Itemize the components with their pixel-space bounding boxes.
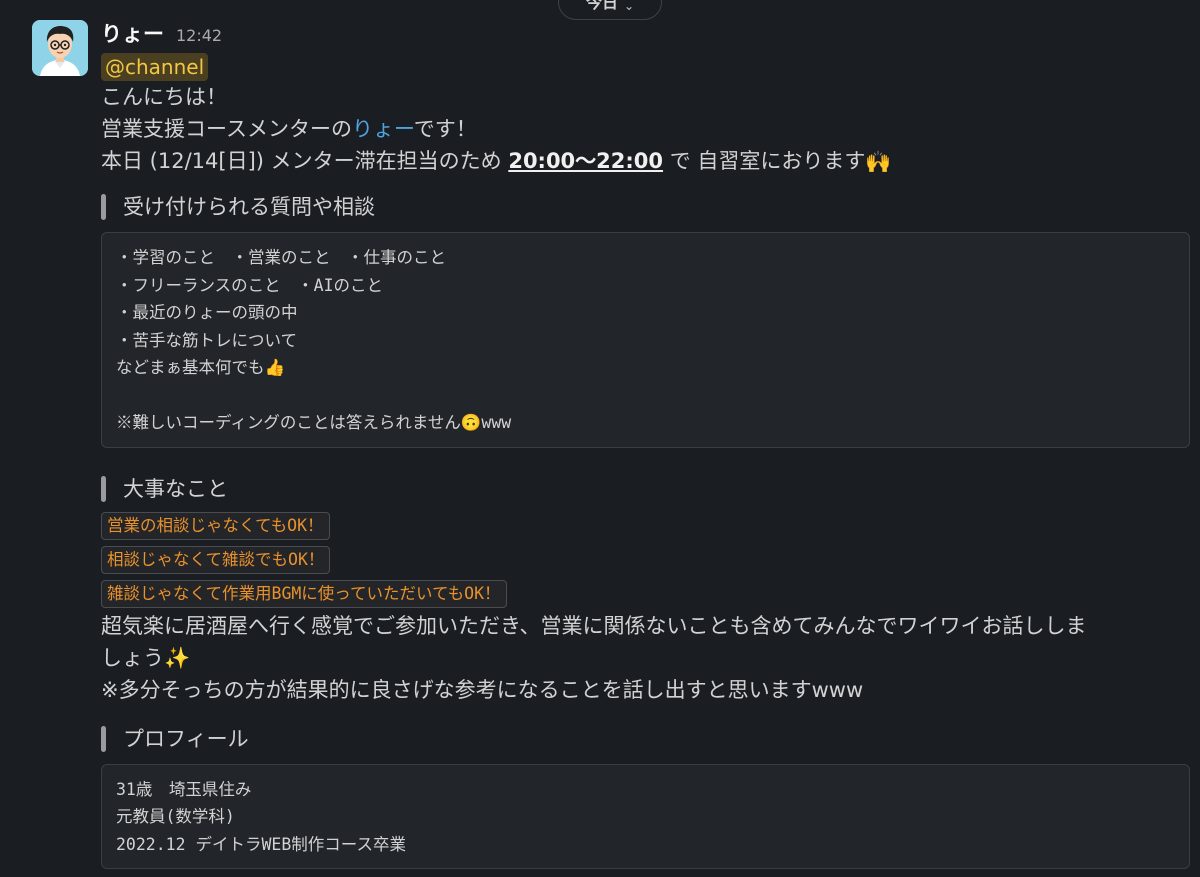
- channel-mention[interactable]: @channel: [101, 53, 209, 81]
- important-body-line: しょう✨: [101, 645, 191, 670]
- schedule-text: 本日 (12/14[日]) メンター滞在担当のため 20:00〜22:00 で …: [101, 145, 1191, 178]
- important-note: ※多分そっちの方が結果的に良さげな参考になることを話し出すと思いますwww: [101, 677, 864, 702]
- code-line: ※難しいコーディングのことは答えられません🙃www: [116, 413, 512, 432]
- date-label: 今日: [585, 0, 618, 12]
- code-line: などまぁ基本何でも👍: [116, 358, 286, 377]
- schedule-time: 20:00〜22:00: [508, 149, 664, 173]
- date-divider-button[interactable]: 今日 ⌄: [558, 0, 662, 20]
- slack-message-view: 今日 ⌄ りょー 12:42 @channel こんにちは！ 営業支援コースメン…: [0, 0, 1200, 877]
- code-line: ・フリーランスのこと ・AIのこと: [116, 275, 384, 295]
- important-code-row: 相談じゃなくて雑談でもOK！: [101, 542, 1191, 576]
- avatar-illustration-icon: [32, 20, 88, 76]
- message: りょー 12:42 @channel こんにちは！ 営業支援コースメンターのりょ…: [101, 18, 1191, 869]
- intro-suffix: です！: [413, 117, 477, 141]
- schedule-suffix: で 自習室におります: [663, 149, 866, 173]
- raising-hands-icon: 🙌: [865, 150, 892, 174]
- avatar[interactable]: [32, 20, 88, 76]
- message-header: りょー 12:42: [101, 18, 1191, 48]
- code-line: ・最近のりょーの頭の中: [116, 303, 298, 322]
- questions-code-block: ・学習のこと ・営業のこと ・仕事のこと ・フリーランスのこと ・AIのこと ・最近…: [101, 232, 1190, 448]
- author-name[interactable]: りょー: [101, 18, 164, 48]
- inline-code: 相談じゃなくて雑談でもOK！: [101, 545, 331, 574]
- intro-text: 営業支援コースメンターのりょーです！: [101, 113, 1191, 145]
- section-heading-important: 大事なこと: [101, 470, 1191, 508]
- inline-code: 雑談じゃなくて作業用BGMに使っていただいてもOK！: [101, 579, 507, 608]
- chevron-down-icon: ⌄: [623, 0, 635, 13]
- important-code-row: 雑談じゃなくて作業用BGMに使っていただいてもOK！: [101, 576, 1191, 610]
- user-mention-link[interactable]: りょー: [352, 117, 414, 141]
- message-timestamp[interactable]: 12:42: [176, 26, 222, 45]
- greeting-text: こんにちは！: [101, 85, 227, 109]
- code-line: ・学習のこと ・営業のこと ・仕事のこと: [116, 248, 446, 267]
- section-heading-questions: 受け付けられる質問や相談: [101, 188, 1191, 226]
- code-line: ・苦手な筋トレについて: [116, 330, 298, 350]
- schedule-prefix: 本日 (12/14[日]) メンター滞在担当のため: [101, 149, 509, 173]
- profile-code-block: 31歳 埼玉県住み 元教員(数学科) 2022.12 デイトラWEB制作コース卒業: [101, 763, 1190, 869]
- intro-prefix: 営業支援コースメンターの: [101, 117, 352, 141]
- important-body-line: 超気楽に居酒屋へ行く感覚でご参加いただき、営業に関係ないことも含めてみんなでワイ…: [101, 613, 1087, 638]
- section-heading-profile: プロフィール: [101, 720, 1191, 758]
- code-line: 2022.12 デイトラWEB制作コース卒業: [116, 834, 406, 854]
- important-code-row: 営業の相談じゃなくてもOK！: [101, 508, 1191, 542]
- code-line: 元教員(数学科): [116, 807, 235, 826]
- code-line-blank: ​: [116, 382, 1175, 410]
- inline-code: 営業の相談じゃなくてもOK！: [101, 511, 330, 540]
- code-line: 31歳 埼玉県住み: [116, 779, 252, 799]
